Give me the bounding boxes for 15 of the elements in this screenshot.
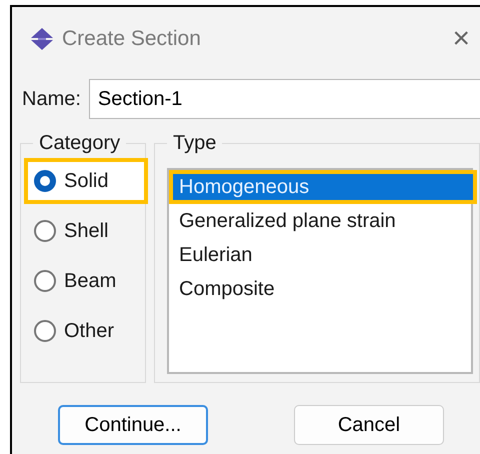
radio-option[interactable]: Beam — [24, 258, 148, 304]
name-label: Name: — [22, 87, 81, 112]
list-item[interactable]: Eulerian — [169, 238, 477, 272]
radio-option[interactable]: Solid — [24, 158, 148, 204]
dialog-button[interactable]: Continue... — [58, 405, 208, 445]
radio-option[interactable]: Other — [24, 308, 148, 354]
list-item[interactable]: Generalized plane strain — [169, 204, 477, 238]
list-item[interactable]: Composite — [169, 272, 477, 306]
name-field[interactable]: Section-1 — [88, 79, 480, 119]
app-icon — [30, 27, 54, 51]
list-item[interactable]: Homogeneous — [169, 170, 477, 204]
dialog-button[interactable]: Cancel — [294, 405, 444, 445]
close-button[interactable]: × — [442, 24, 480, 54]
window-title: Create Section — [62, 26, 201, 52]
radio-option[interactable]: Shell — [24, 208, 148, 254]
